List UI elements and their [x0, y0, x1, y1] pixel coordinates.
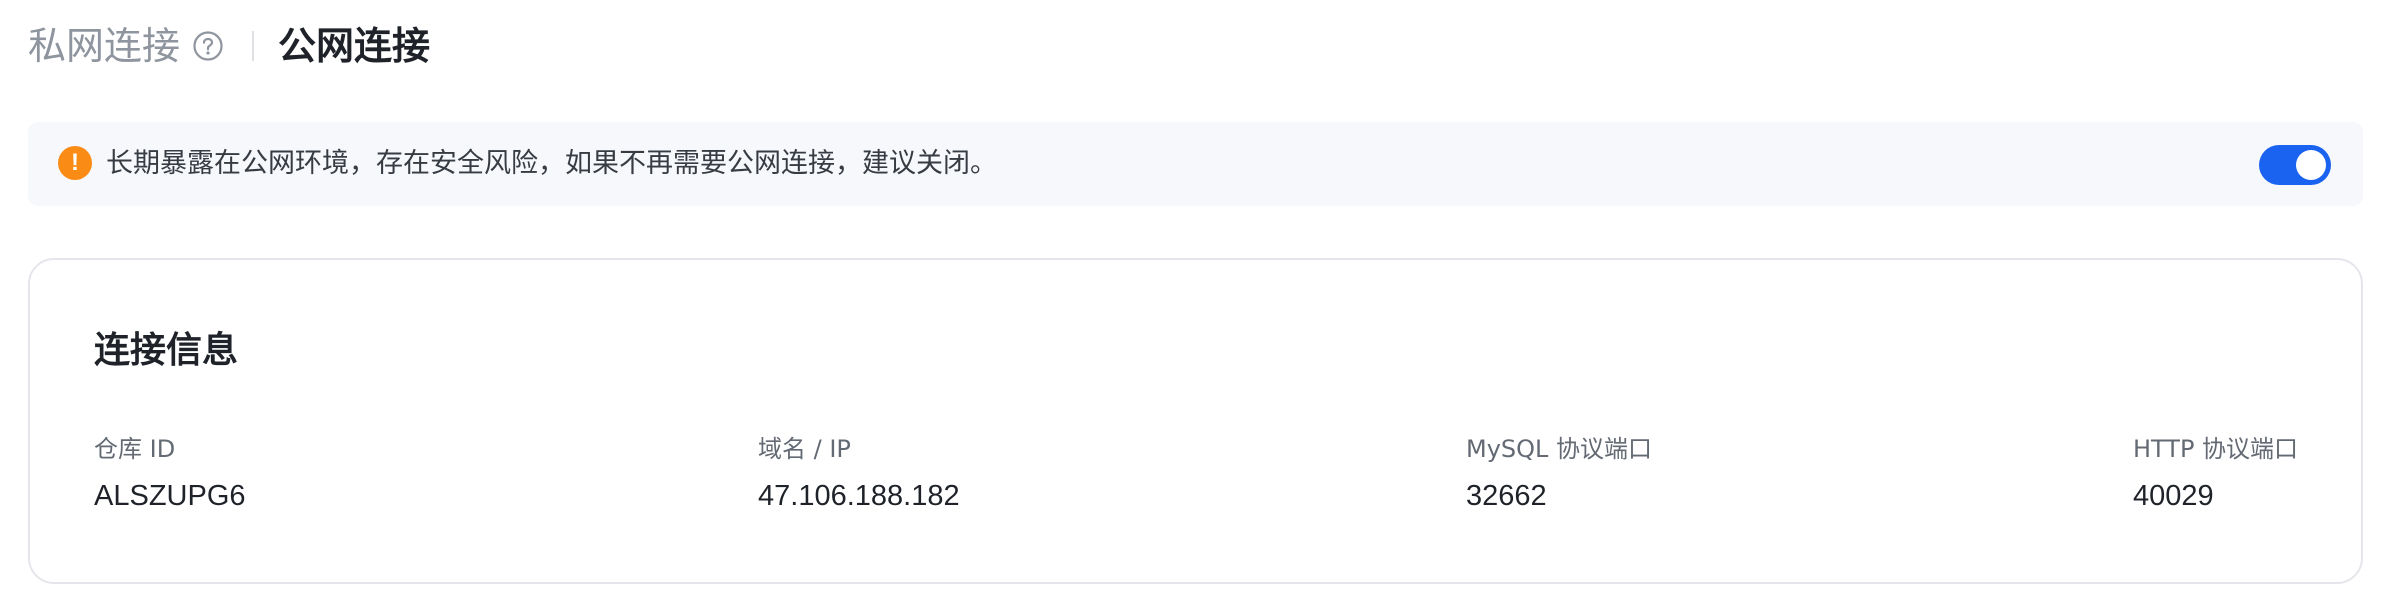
- mysql-port-field: MySQL 协议端口 32662: [1466, 432, 1652, 515]
- toggle-knob: [2296, 150, 2326, 180]
- http-port-value: 40029: [2133, 480, 2214, 512]
- connection-tabs: 私网连接 公网连接: [28, 18, 430, 74]
- warehouse-id-value: ALSZUPG6: [94, 480, 246, 512]
- card-title: 连接信息: [94, 330, 239, 371]
- field-label: HTTP 协议端口: [2133, 435, 2299, 463]
- tab-public-connection[interactable]: 公网连接: [278, 18, 430, 74]
- security-alert-banner: ! 长期暴露在公网环境，存在安全风险，如果不再需要公网连接，建议关闭。: [28, 122, 2363, 206]
- tab-divider: [252, 31, 255, 61]
- http-port-field: HTTP 协议端口 40029: [2133, 432, 2298, 515]
- exclamation-circle-icon: !: [58, 146, 92, 180]
- tab-private-connection[interactable]: 私网连接: [28, 18, 180, 74]
- domain-ip-value: 47.106.188.182: [758, 480, 960, 512]
- field-label: MySQL 协议端口: [1466, 435, 1653, 463]
- connection-info-card: 连接信息 仓库 ID ALSZUPG6 域名 / IP 47.106.188.1…: [28, 258, 2363, 584]
- field-label: 域名 / IP: [758, 435, 851, 463]
- warehouse-id-field: 仓库 ID ALSZUPG6: [94, 432, 246, 515]
- domain-ip-field: 域名 / IP 47.106.188.182: [758, 432, 960, 515]
- question-circle-icon[interactable]: [192, 30, 224, 62]
- public-connection-toggle[interactable]: [2259, 145, 2331, 185]
- alert-message: 长期暴露在公网环境，存在安全风险，如果不再需要公网连接，建议关闭。: [106, 148, 997, 179]
- field-label: 仓库 ID: [94, 435, 176, 463]
- mysql-port-value: 32662: [1466, 480, 1547, 512]
